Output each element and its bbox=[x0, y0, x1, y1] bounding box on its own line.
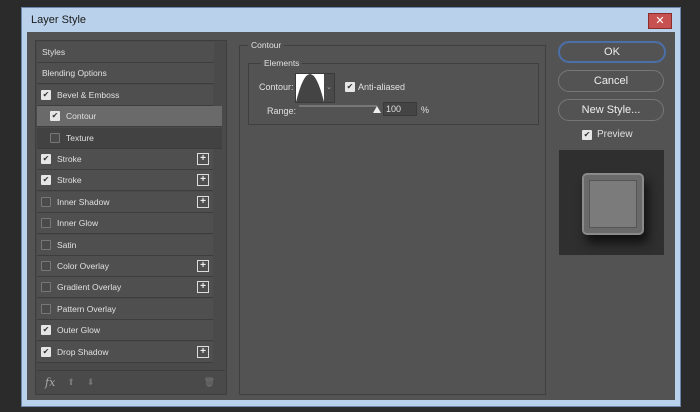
layer-style-dialog: Layer Style ✕ Styles Blending Options ✔ Bev… bbox=[21, 7, 681, 407]
anti-aliased-label: Anti-aliased bbox=[358, 82, 406, 92]
style-item-label: Stroke bbox=[57, 154, 82, 164]
preview-checkbox[interactable]: ✔ bbox=[582, 130, 592, 140]
style-item-label: Satin bbox=[57, 239, 77, 250]
style-checkbox[interactable]: ✔ bbox=[41, 154, 51, 164]
style-item-label: Inner Glow bbox=[57, 218, 99, 229]
preview-thumbnail bbox=[559, 150, 664, 255]
add-style-icon[interactable]: + bbox=[197, 174, 209, 187]
add-style-icon[interactable]: + bbox=[197, 195, 209, 208]
style-item-styles[interactable]: Styles bbox=[37, 42, 214, 63]
style-item-pattern-overlay[interactable]: Pattern Overlay bbox=[37, 298, 213, 320]
style-item-color-overlay[interactable]: Color Overlay + bbox=[37, 256, 213, 277]
contour-panel: Contour Elements Contour: ⌄ ✔ Anti-alias… bbox=[239, 40, 546, 395]
anti-aliased-checkbox[interactable]: ✔ bbox=[345, 82, 355, 92]
style-item-stroke[interactable]: ✔ Stroke + bbox=[37, 149, 213, 170]
move-up-icon[interactable]: ⬆ bbox=[67, 377, 75, 388]
elements-group: Elements Contour: ⌄ ✔ Anti-aliased Range… bbox=[248, 58, 539, 125]
range-unit: % bbox=[421, 105, 430, 115]
style-item-texture[interactable]: Texture bbox=[37, 127, 222, 149]
new-style-button[interactable]: New Style... bbox=[558, 99, 664, 121]
style-checkbox[interactable] bbox=[41, 239, 51, 250]
style-item-outer-glow[interactable]: ✔ Outer Glow bbox=[37, 320, 213, 342]
close-button[interactable]: ✕ bbox=[648, 13, 672, 29]
style-item-label: Styles bbox=[42, 47, 66, 57]
preview-label: Preview bbox=[597, 129, 633, 140]
range-input[interactable]: 100 bbox=[383, 102, 417, 116]
contour-picker[interactable]: ⌄ bbox=[295, 73, 335, 103]
style-checkbox[interactable] bbox=[41, 218, 51, 229]
style-checkbox[interactable]: ✔ bbox=[41, 346, 51, 357]
style-item-label: Pattern Overlay bbox=[57, 303, 117, 314]
style-item-gradient-overlay[interactable]: Gradient Overlay + bbox=[37, 277, 213, 299]
style-checkbox[interactable]: ✔ bbox=[41, 89, 51, 100]
contour-curve-icon bbox=[296, 74, 324, 102]
style-item-label: Blending Options bbox=[42, 68, 107, 79]
style-item-label: Color Overlay bbox=[57, 261, 109, 271]
range-slider[interactable] bbox=[299, 105, 377, 107]
cancel-button[interactable]: Cancel bbox=[558, 70, 664, 92]
style-item-contour[interactable]: ✔ Contour bbox=[37, 106, 222, 128]
style-checkbox[interactable] bbox=[41, 303, 51, 314]
contour-section-title: Contour bbox=[248, 40, 285, 50]
preview-shape bbox=[582, 173, 644, 235]
style-item-label: Inner Shadow bbox=[57, 196, 110, 207]
style-item-inner-shadow[interactable]: Inner Shadow + bbox=[37, 191, 213, 213]
range-label: Range: bbox=[267, 106, 297, 116]
elements-group-title: Elements bbox=[261, 58, 303, 68]
trash-icon[interactable]: 🗑 bbox=[204, 377, 215, 388]
style-item-label: Texture bbox=[66, 132, 94, 143]
styles-panel: Styles Blending Options ✔ Bevel & Emboss ✔ Co… bbox=[35, 40, 227, 395]
style-checkbox[interactable]: ✔ bbox=[41, 175, 51, 186]
style-item-blending-options[interactable]: Blending Options bbox=[37, 63, 214, 85]
dialog-title: Layer Style bbox=[31, 14, 87, 26]
style-checkbox[interactable] bbox=[41, 282, 51, 293]
style-item-label: Gradient Overlay bbox=[57, 282, 122, 293]
style-checkbox[interactable] bbox=[50, 132, 60, 143]
style-item-label: Stroke bbox=[57, 175, 82, 186]
style-checkbox[interactable]: ✔ bbox=[50, 111, 60, 122]
add-style-icon[interactable]: + bbox=[197, 260, 209, 272]
style-item-label: Outer Glow bbox=[57, 325, 100, 336]
move-down-icon[interactable]: ⬇ bbox=[87, 377, 95, 388]
style-checkbox[interactable] bbox=[41, 261, 51, 271]
style-item-inner-glow[interactable]: Inner Glow bbox=[37, 213, 213, 235]
style-item-satin[interactable]: Satin bbox=[37, 234, 213, 256]
range-slider-handle[interactable] bbox=[373, 106, 381, 113]
add-style-icon[interactable]: + bbox=[197, 281, 209, 294]
style-checkbox[interactable]: ✔ bbox=[41, 325, 51, 336]
ok-button[interactable]: OK bbox=[558, 41, 666, 63]
style-item-bevel-emboss[interactable]: ✔ Bevel & Emboss bbox=[37, 84, 213, 106]
chevron-down-icon[interactable]: ⌄ bbox=[324, 74, 334, 102]
fx-button[interactable]: fx bbox=[45, 376, 55, 389]
style-item-label: Contour bbox=[66, 111, 97, 122]
style-item-stroke[interactable]: ✔ Stroke + bbox=[37, 170, 213, 192]
add-style-icon[interactable]: + bbox=[197, 345, 209, 358]
style-checkbox[interactable] bbox=[41, 196, 51, 207]
style-item-drop-shadow[interactable]: ✔ Drop Shadow + bbox=[37, 341, 213, 363]
add-style-icon[interactable]: + bbox=[197, 153, 209, 165]
contour-label: Contour: bbox=[259, 82, 294, 92]
dialog-body: Styles Blending Options ✔ Bevel & Emboss ✔ Co… bbox=[27, 32, 675, 400]
style-item-label: Drop Shadow bbox=[57, 346, 109, 357]
styles-toolbar: fx ⬆ ⬇ 🗑 bbox=[37, 370, 225, 393]
style-item-label: Bevel & Emboss bbox=[57, 89, 120, 100]
